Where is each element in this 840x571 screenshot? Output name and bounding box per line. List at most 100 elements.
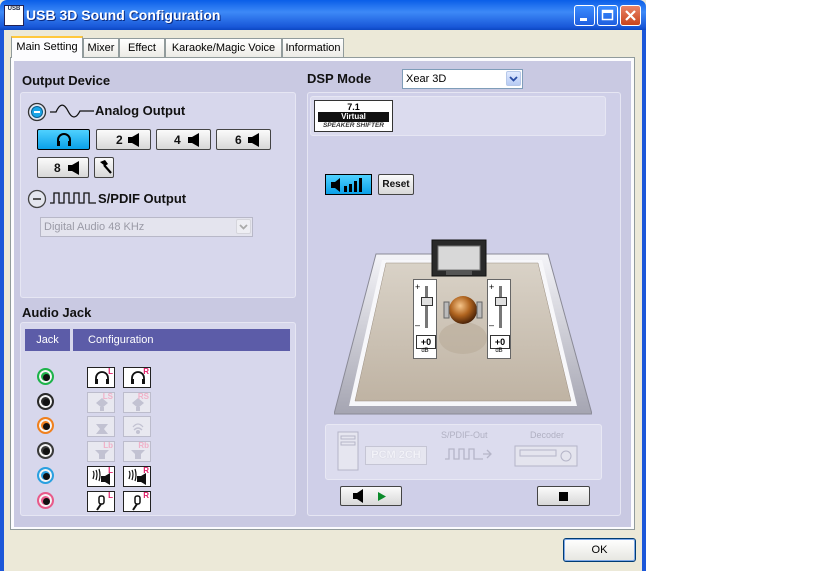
right-level-value: +0: [490, 335, 510, 349]
volume-level-button[interactable]: [325, 174, 372, 195]
right-minus-label: –: [489, 320, 495, 330]
channel-label: L: [108, 367, 113, 376]
speaker-icon: [128, 133, 139, 147]
jack-right-config-button[interactable]: [123, 416, 151, 437]
jack-right-config-button[interactable]: R: [123, 491, 151, 512]
pcm-channel-badge: PCM 2CH: [365, 446, 427, 465]
jack-column-header: Jack: [25, 329, 70, 351]
speaker-4-button[interactable]: 4: [156, 129, 211, 150]
jack-connector: [37, 442, 54, 459]
speaker-play-icon: [353, 489, 386, 503]
logo-virtual: Virtual: [318, 112, 389, 122]
chevron-down-icon: [239, 224, 248, 230]
reset-button[interactable]: Reset: [378, 174, 414, 195]
title-bar[interactable]: USB USB 3D Sound Configuration: [0, 0, 646, 30]
channel-label: RS: [137, 392, 149, 401]
virtual-speaker-shifter-logo[interactable]: 7.1 Virtual SPEAKER SHIFTER: [314, 100, 393, 132]
speaker-2-label: 2: [116, 133, 123, 147]
slider-thumb[interactable]: [495, 297, 507, 306]
hammer-icon: [100, 160, 112, 174]
channel-label: L: [108, 491, 113, 500]
test-play-button[interactable]: [340, 486, 402, 506]
channel-label: Rb: [138, 441, 149, 450]
jack-left-config-button[interactable]: [87, 416, 115, 437]
close-button[interactable]: [620, 5, 641, 26]
tab-karaoke-magic-voice[interactable]: Karaoke/Magic Voice: [165, 38, 282, 57]
3d-room-view[interactable]: [334, 238, 592, 420]
spdif-output-label: S/PDIF Output: [98, 191, 187, 206]
channel-label: L: [108, 466, 113, 475]
right-level-slider[interactable]: + – +0 dB: [487, 279, 511, 359]
center-speaker-icon: [96, 424, 108, 434]
chevron-down-icon: [509, 76, 518, 82]
spdif-format-select[interactable]: Digital Audio 48 KHz: [40, 217, 253, 237]
jack-right-config-button[interactable]: RS: [123, 392, 151, 413]
jack-left-config-button[interactable]: Lb: [87, 441, 115, 462]
speaker-8-label: 8: [54, 161, 61, 175]
dsp-mode-value: Xear 3D: [406, 73, 447, 85]
headphones-icon: [57, 133, 71, 146]
speaker-icon: [188, 133, 199, 147]
logo-speaker-shifter: SPEAKER SHIFTER: [322, 122, 385, 129]
maximize-button[interactable]: [597, 5, 618, 26]
audio-jack-panel: [20, 322, 296, 516]
channel-label: Lb: [103, 441, 113, 450]
jack-connector: [37, 467, 54, 484]
spdif-out-label: S/PDIF-Out: [441, 430, 488, 440]
channel-label: R: [143, 367, 149, 376]
stop-icon: [559, 492, 568, 501]
audio-jack-title: Audio Jack: [22, 305, 92, 320]
minimize-button[interactable]: [574, 5, 595, 26]
logo-channels: 7.1: [347, 102, 360, 112]
decoder-receiver-icon: [514, 445, 578, 467]
jack-left-config-button[interactable]: LS: [87, 392, 115, 413]
left-level-slider[interactable]: + – +0 dB: [413, 279, 437, 359]
dropdown-button[interactable]: [506, 71, 521, 86]
digital-wave-icon: [50, 192, 96, 204]
slider-track: [425, 286, 428, 328]
channel-label: R: [143, 491, 149, 500]
output-device-title: Output Device: [22, 73, 111, 88]
channel-label: LS: [102, 392, 113, 401]
tab-effect[interactable]: Effect: [119, 38, 165, 57]
minimize-icon: [580, 18, 587, 21]
close-icon: [625, 10, 636, 21]
left-level-value: +0: [416, 335, 436, 349]
dsp-mode-select[interactable]: Xear 3D: [402, 69, 523, 89]
window-frame-left: [0, 30, 4, 571]
speaker-8-button[interactable]: 8: [37, 157, 89, 178]
speaker-test-button[interactable]: [94, 157, 114, 178]
subwoofer-icon: [132, 423, 144, 434]
speaker-icon: [68, 161, 79, 175]
jack-left-config-button[interactable]: L: [87, 367, 115, 388]
slider-thumb[interactable]: [421, 297, 433, 306]
jack-right-config-button[interactable]: R: [123, 466, 151, 487]
usb-icon: USB: [4, 5, 24, 26]
tab-mixer[interactable]: Mixer: [83, 38, 119, 57]
speaker-6-button[interactable]: 6: [216, 129, 271, 150]
jack-left-config-button[interactable]: L: [87, 466, 115, 487]
speaker-icon: [248, 133, 259, 147]
spdif-format-value: Digital Audio 48 KHz: [44, 221, 145, 233]
jack-connector: [37, 368, 54, 385]
dropdown-button[interactable]: [236, 219, 251, 234]
analog-output-label: Analog Output: [95, 103, 186, 118]
jack-left-config-button[interactable]: L: [87, 491, 115, 512]
tab-information[interactable]: Information: [282, 38, 344, 57]
ok-button[interactable]: OK: [563, 538, 636, 562]
analog-output-radio[interactable]: [27, 102, 47, 122]
speaker-6-label: 6: [235, 133, 242, 147]
app-window: USB USB 3D Sound Configuration Main Sett…: [0, 0, 646, 571]
channel-label: R: [143, 466, 149, 475]
jack-right-config-button[interactable]: Rb: [123, 441, 151, 462]
speaker-2-button[interactable]: 2: [96, 129, 151, 150]
tab-main-setting[interactable]: Main Setting: [11, 36, 83, 58]
stop-button[interactable]: [537, 486, 590, 506]
dsp-mode-title: DSP Mode: [307, 71, 372, 86]
jack-right-config-button[interactable]: R: [123, 367, 151, 388]
spdif-output-radio[interactable]: [27, 189, 47, 209]
analog-wave-icon: [50, 104, 94, 118]
window-frame-right: [642, 30, 646, 571]
headphones-button[interactable]: [37, 129, 90, 150]
left-plus-label: +: [415, 282, 421, 292]
